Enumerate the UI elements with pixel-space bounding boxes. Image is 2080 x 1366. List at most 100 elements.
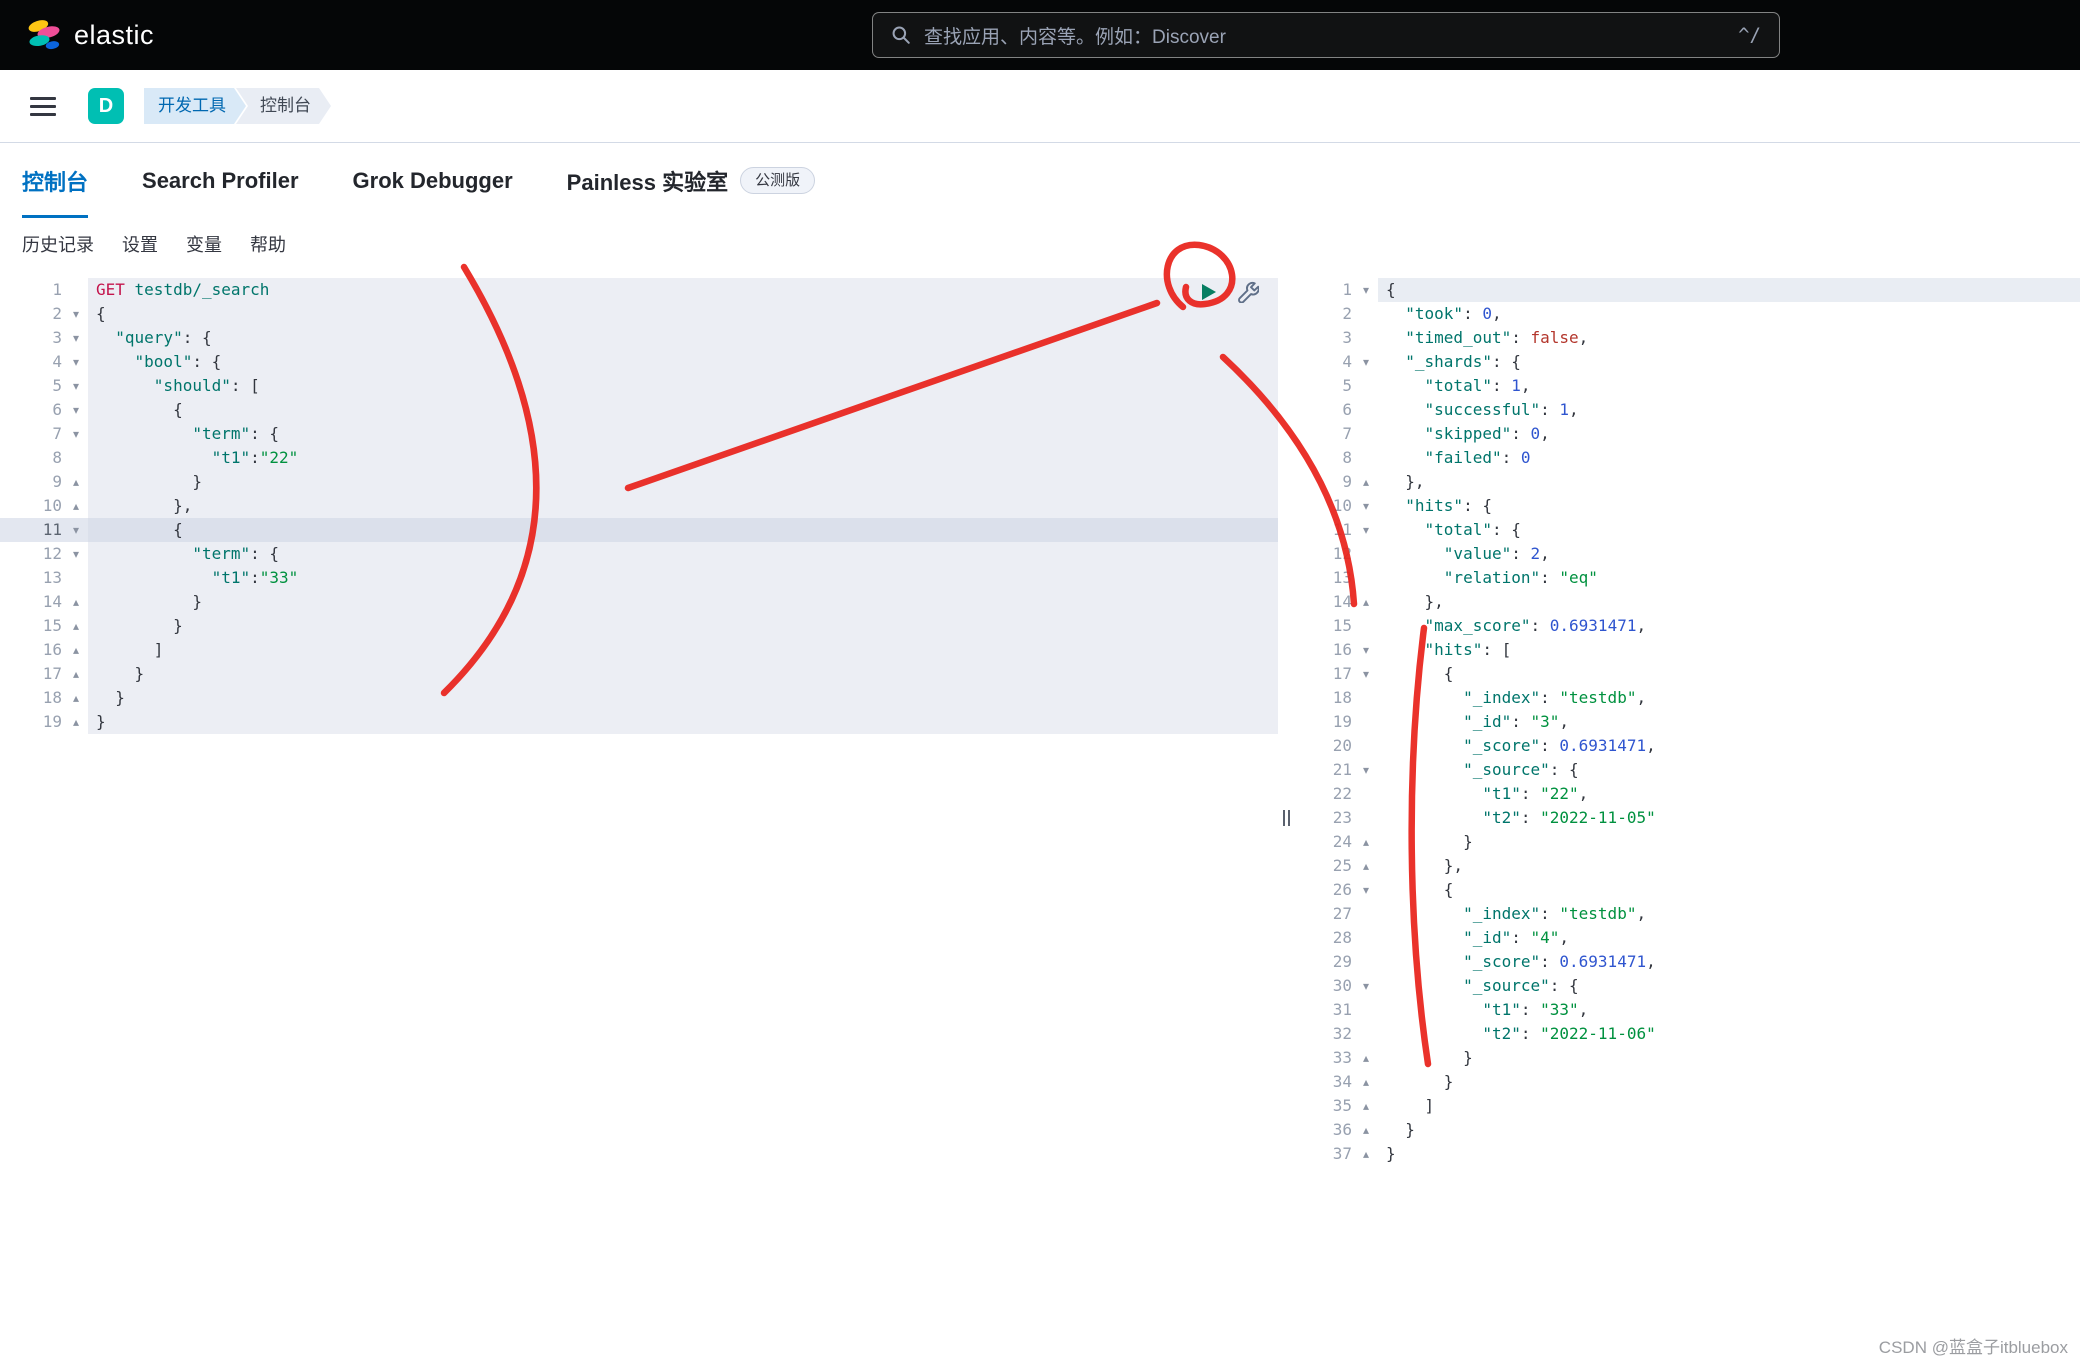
fold-marker-icon[interactable]: ▴ (64, 470, 88, 494)
fold-marker-icon[interactable]: ▴ (64, 590, 88, 614)
code-line[interactable]: 33 ▴ } (1294, 1046, 2080, 1070)
code-text[interactable]: } (88, 590, 1278, 614)
code-text[interactable]: "total": { (1378, 518, 2080, 542)
code-line[interactable]: 16 ▾ "hits": [ (1294, 638, 2080, 662)
code-line[interactable]: 12 "value": 2, (1294, 542, 2080, 566)
code-line[interactable]: 2 "took": 0, (1294, 302, 2080, 326)
fold-marker-icon[interactable]: ▾ (64, 302, 88, 326)
fold-marker-icon[interactable]: ▾ (1354, 350, 1378, 374)
code-line[interactable]: 26 ▾ { (1294, 878, 2080, 902)
code-line[interactable]: 19 ▴} (0, 710, 1278, 734)
fold-marker-icon[interactable] (1354, 422, 1378, 446)
code-text[interactable]: "should": [ (88, 374, 1278, 398)
console-menu-settings[interactable]: 设置 (122, 231, 158, 257)
code-text[interactable]: "hits": { (1378, 494, 2080, 518)
code-text[interactable]: "total": 1, (1378, 374, 2080, 398)
code-text[interactable]: "t2": "2022-11-06" (1378, 1022, 2080, 1046)
console-menu-help[interactable]: 帮助 (250, 231, 286, 257)
fold-marker-icon[interactable]: ▴ (1354, 590, 1378, 614)
fold-marker-icon[interactable]: ▾ (64, 350, 88, 374)
request-editor[interactable]: 1 GET testdb/_search 2 ▾{3 ▾ "query": {4 ▾ "b… (0, 270, 1278, 734)
code-text[interactable]: "_score": 0.6931471, (1378, 734, 2080, 758)
code-text[interactable]: "query": { (88, 326, 1278, 350)
response-editor[interactable]: 1 ▾{2 "took": 0, 3 "timed_out": false, 4 ▾ "… (1294, 270, 2080, 1166)
code-line[interactable]: 1 ▾{ (1294, 278, 2080, 302)
fold-marker-icon[interactable]: ▴ (1354, 854, 1378, 878)
code-line[interactable]: 13 "relation": "eq" (1294, 566, 2080, 590)
code-text[interactable]: } (88, 710, 1278, 734)
code-text[interactable]: } (1378, 1142, 2080, 1166)
code-line[interactable]: 34 ▴ } (1294, 1070, 2080, 1094)
code-line[interactable]: 8 "t1":"22" (0, 446, 1278, 470)
code-text[interactable]: } (1378, 830, 2080, 854)
fold-marker-icon[interactable]: ▾ (1354, 494, 1378, 518)
fold-marker-icon[interactable] (1354, 446, 1378, 470)
fold-marker-icon[interactable]: ▴ (1354, 1046, 1378, 1070)
code-text[interactable]: } (88, 470, 1278, 494)
code-text[interactable]: } (1378, 1070, 2080, 1094)
fold-marker-icon[interactable]: ▴ (1354, 1070, 1378, 1094)
code-line[interactable]: 9 ▴ } (0, 470, 1278, 494)
fold-marker-icon[interactable] (1354, 326, 1378, 350)
code-line[interactable]: 8 "failed": 0 (1294, 446, 2080, 470)
fold-marker-icon[interactable]: ▴ (64, 710, 88, 734)
code-line[interactable]: 17 ▴ } (0, 662, 1278, 686)
code-text[interactable]: { (1378, 278, 2080, 302)
fold-marker-icon[interactable] (1354, 998, 1378, 1022)
code-text[interactable]: "hits": [ (1378, 638, 2080, 662)
fold-marker-icon[interactable] (64, 566, 88, 590)
code-line[interactable]: 1 GET testdb/_search (0, 278, 1278, 302)
fold-marker-icon[interactable]: ▴ (1354, 1094, 1378, 1118)
code-text[interactable]: "term": { (88, 422, 1278, 446)
code-line[interactable]: 14 ▴ }, (1294, 590, 2080, 614)
tab-search-profiler[interactable]: Search Profiler (142, 143, 299, 218)
code-text[interactable]: "t1":"22" (88, 446, 1278, 470)
code-text[interactable]: } (88, 614, 1278, 638)
code-line[interactable]: 13 "t1":"33" (0, 566, 1278, 590)
code-line[interactable]: 20 "_score": 0.6931471, (1294, 734, 2080, 758)
code-line[interactable]: 11 ▾ "total": { (1294, 518, 2080, 542)
code-text[interactable]: } (1378, 1118, 2080, 1142)
fold-marker-icon[interactable] (64, 278, 88, 302)
code-line[interactable]: 36 ▴ } (1294, 1118, 2080, 1142)
code-line[interactable]: 4 ▾ "bool": { (0, 350, 1278, 374)
code-line[interactable]: 27 "_index": "testdb", (1294, 902, 2080, 926)
code-line[interactable]: 4 ▾ "_shards": { (1294, 350, 2080, 374)
code-text[interactable]: { (88, 302, 1278, 326)
code-line[interactable]: 3 ▾ "query": { (0, 326, 1278, 350)
fold-marker-icon[interactable]: ▾ (1354, 662, 1378, 686)
fold-marker-icon[interactable] (1354, 782, 1378, 806)
code-text[interactable]: GET testdb/_search (88, 278, 1278, 302)
code-text[interactable]: }, (1378, 854, 2080, 878)
code-line[interactable]: 29 "_score": 0.6931471, (1294, 950, 2080, 974)
fold-marker-icon[interactable]: ▴ (1354, 1142, 1378, 1166)
fold-marker-icon[interactable]: ▾ (64, 422, 88, 446)
code-line[interactable]: 31 "t1": "33", (1294, 998, 2080, 1022)
tab-grok-debugger[interactable]: Grok Debugger (353, 143, 513, 218)
console-menu-history[interactable]: 历史记录 (22, 231, 94, 257)
code-line[interactable]: 23 "t2": "2022-11-05" (1294, 806, 2080, 830)
code-text[interactable]: { (88, 518, 1278, 542)
fold-marker-icon[interactable]: ▴ (1354, 830, 1378, 854)
code-line[interactable]: 24 ▴ } (1294, 830, 2080, 854)
code-line[interactable]: 3 "timed_out": false, (1294, 326, 2080, 350)
fold-marker-icon[interactable]: ▴ (64, 614, 88, 638)
code-line[interactable]: 18 ▴ } (0, 686, 1278, 710)
code-text[interactable]: } (1378, 1046, 2080, 1070)
code-text[interactable]: "value": 2, (1378, 542, 2080, 566)
code-text[interactable]: "t1": "33", (1378, 998, 2080, 1022)
fold-marker-icon[interactable]: ▴ (64, 686, 88, 710)
code-text[interactable]: "_id": "4", (1378, 926, 2080, 950)
fold-marker-icon[interactable]: ▴ (64, 638, 88, 662)
fold-marker-icon[interactable] (1354, 302, 1378, 326)
code-line[interactable]: 37 ▴} (1294, 1142, 2080, 1166)
fold-marker-icon[interactable] (1354, 398, 1378, 422)
fold-marker-icon[interactable] (1354, 806, 1378, 830)
tab-console[interactable]: 控制台 (22, 143, 88, 218)
code-text[interactable]: { (1378, 878, 2080, 902)
code-line[interactable]: 10 ▾ "hits": { (1294, 494, 2080, 518)
fold-marker-icon[interactable] (1354, 374, 1378, 398)
code-line[interactable]: 19 "_id": "3", (1294, 710, 2080, 734)
fold-marker-icon[interactable]: ▾ (1354, 518, 1378, 542)
code-text[interactable]: "timed_out": false, (1378, 326, 2080, 350)
